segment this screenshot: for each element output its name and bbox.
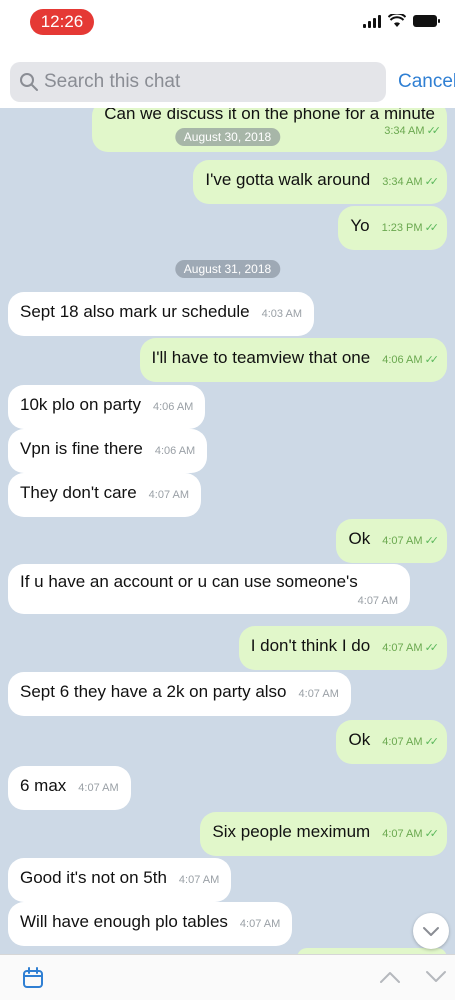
message-time: 4:07 AM <box>382 736 423 748</box>
chevron-down-icon[interactable] <box>424 969 448 985</box>
double-check-icon: ✓✓ <box>426 125 442 137</box>
message-time: 3:34 AM <box>384 125 425 137</box>
message-text: Sept 6 they have a 2k on party also <box>20 682 287 701</box>
message-text: Sept 18 also mark ur schedule <box>20 302 250 321</box>
message-text: 6 max <box>20 776 67 795</box>
message-text: Ok <box>348 730 371 749</box>
chat-messages[interactable]: Can we discuss it on the phone for a min… <box>0 108 455 954</box>
message-incoming[interactable]: Will have enough plo tables 4:07 AM <box>8 902 293 946</box>
battery-icon <box>413 15 440 27</box>
message-incoming[interactable]: Good it's not on 5th 4:07 AM <box>8 858 232 902</box>
message-incoming[interactable]: They don't care 4:07 AM <box>8 473 202 517</box>
message-outgoing[interactable]: I don't think I do 4:07 AM ✓✓ <box>238 626 447 670</box>
date-separator: August 31, 2018 <box>174 260 281 278</box>
message-time: 4:06 AM <box>154 445 196 457</box>
message-outgoing[interactable]: Ok 4:07 AM ✓✓ <box>336 720 447 764</box>
chevron-down-icon <box>423 927 439 936</box>
cancel-button[interactable]: Cancel <box>398 71 455 93</box>
double-check-icon: ✓✓ <box>424 642 440 654</box>
message-incoming[interactable]: 6 max 4:07 AM <box>8 766 131 810</box>
search-icon <box>20 73 38 91</box>
search-navigation-bar <box>0 954 455 1000</box>
search-bar: Cancel <box>0 58 455 108</box>
message-time: 4:07 AM <box>382 535 423 547</box>
double-check-icon: ✓✓ <box>424 535 440 547</box>
chevron-up-icon[interactable] <box>378 969 402 985</box>
message-text: I'll have to teamview that one <box>151 348 371 367</box>
message-time: 4:06 AM <box>382 354 423 366</box>
signal-icon <box>363 14 381 28</box>
message-incoming[interactable]: 10k plo on party 4:06 AM <box>8 385 206 429</box>
message-outgoing[interactable]: Ok 4:07 AM ✓✓ <box>336 519 447 563</box>
status-icons <box>363 14 440 28</box>
message-time: 4:07 AM <box>148 489 190 501</box>
status-time: 12:26 <box>30 9 94 35</box>
message-incoming[interactable]: Vpn is fine there 4:06 AM <box>8 429 208 473</box>
search-field[interactable] <box>10 62 386 102</box>
message-time: 4:07 AM <box>298 688 339 700</box>
message-text: I don't think I do <box>250 636 371 655</box>
double-check-icon: ✓✓ <box>424 176 440 188</box>
calendar-icon[interactable] <box>22 967 44 989</box>
message-incoming[interactable]: Sept 6 they have a 2k on party also 4:07 … <box>8 672 351 716</box>
double-check-icon: ✓✓ <box>424 736 440 748</box>
message-outgoing[interactable]: I'll have to teamview that one 4:06 AM ✓✓ <box>139 338 447 382</box>
search-input[interactable] <box>44 62 374 102</box>
message-outgoing[interactable]: Yo 1:23 PM ✓✓ <box>338 206 447 250</box>
message-outgoing[interactable]: I've gotta walk around 3:34 AM ✓✓ <box>193 160 447 204</box>
message-text: They don't care <box>20 483 137 502</box>
status-bar: 12:26 <box>0 0 455 48</box>
message-time: 3:34 AM <box>382 176 423 188</box>
message-time: 1:23 PM <box>381 222 423 234</box>
message-time: 4:03 AM <box>261 308 302 320</box>
message-time: 4:07 AM <box>357 595 398 607</box>
message-text: 10k plo on party <box>20 395 141 414</box>
message-text: If u have an account or u can use someon… <box>20 572 358 591</box>
message-text: Yo <box>350 216 370 235</box>
message-text: Vpn is fine there <box>20 439 143 458</box>
date-separator: August 30, 2018 <box>174 128 281 146</box>
wifi-icon <box>388 14 406 27</box>
message-text: I've gotta walk around <box>205 170 371 189</box>
message-time: 4:07 AM <box>382 642 423 654</box>
message-outgoing[interactable]: Six people meximum 4:07 AM ✓✓ <box>200 812 447 856</box>
double-check-icon: ✓✓ <box>424 828 440 840</box>
message-time: 4:06 AM <box>152 401 194 413</box>
message-text: Ok <box>348 529 371 548</box>
double-check-icon: ✓✓ <box>424 354 440 366</box>
message-text: Will have enough plo tables <box>20 912 228 931</box>
message-text: Good it's not on 5th <box>20 868 167 887</box>
double-check-icon: ✓✓ <box>424 222 440 234</box>
message-time: 4:07 AM <box>78 782 119 794</box>
message-time: 4:07 AM <box>239 918 281 930</box>
message-incoming[interactable]: If u have an account or u can use someon… <box>8 564 410 614</box>
message-time: 4:07 AM <box>178 874 220 886</box>
message-time: 4:07 AM <box>382 828 423 840</box>
scroll-down-button[interactable] <box>413 913 449 949</box>
message-incoming[interactable]: Sept 18 also mark ur schedule 4:03 AM <box>8 292 314 336</box>
message-text: Six people meximum <box>212 822 371 841</box>
